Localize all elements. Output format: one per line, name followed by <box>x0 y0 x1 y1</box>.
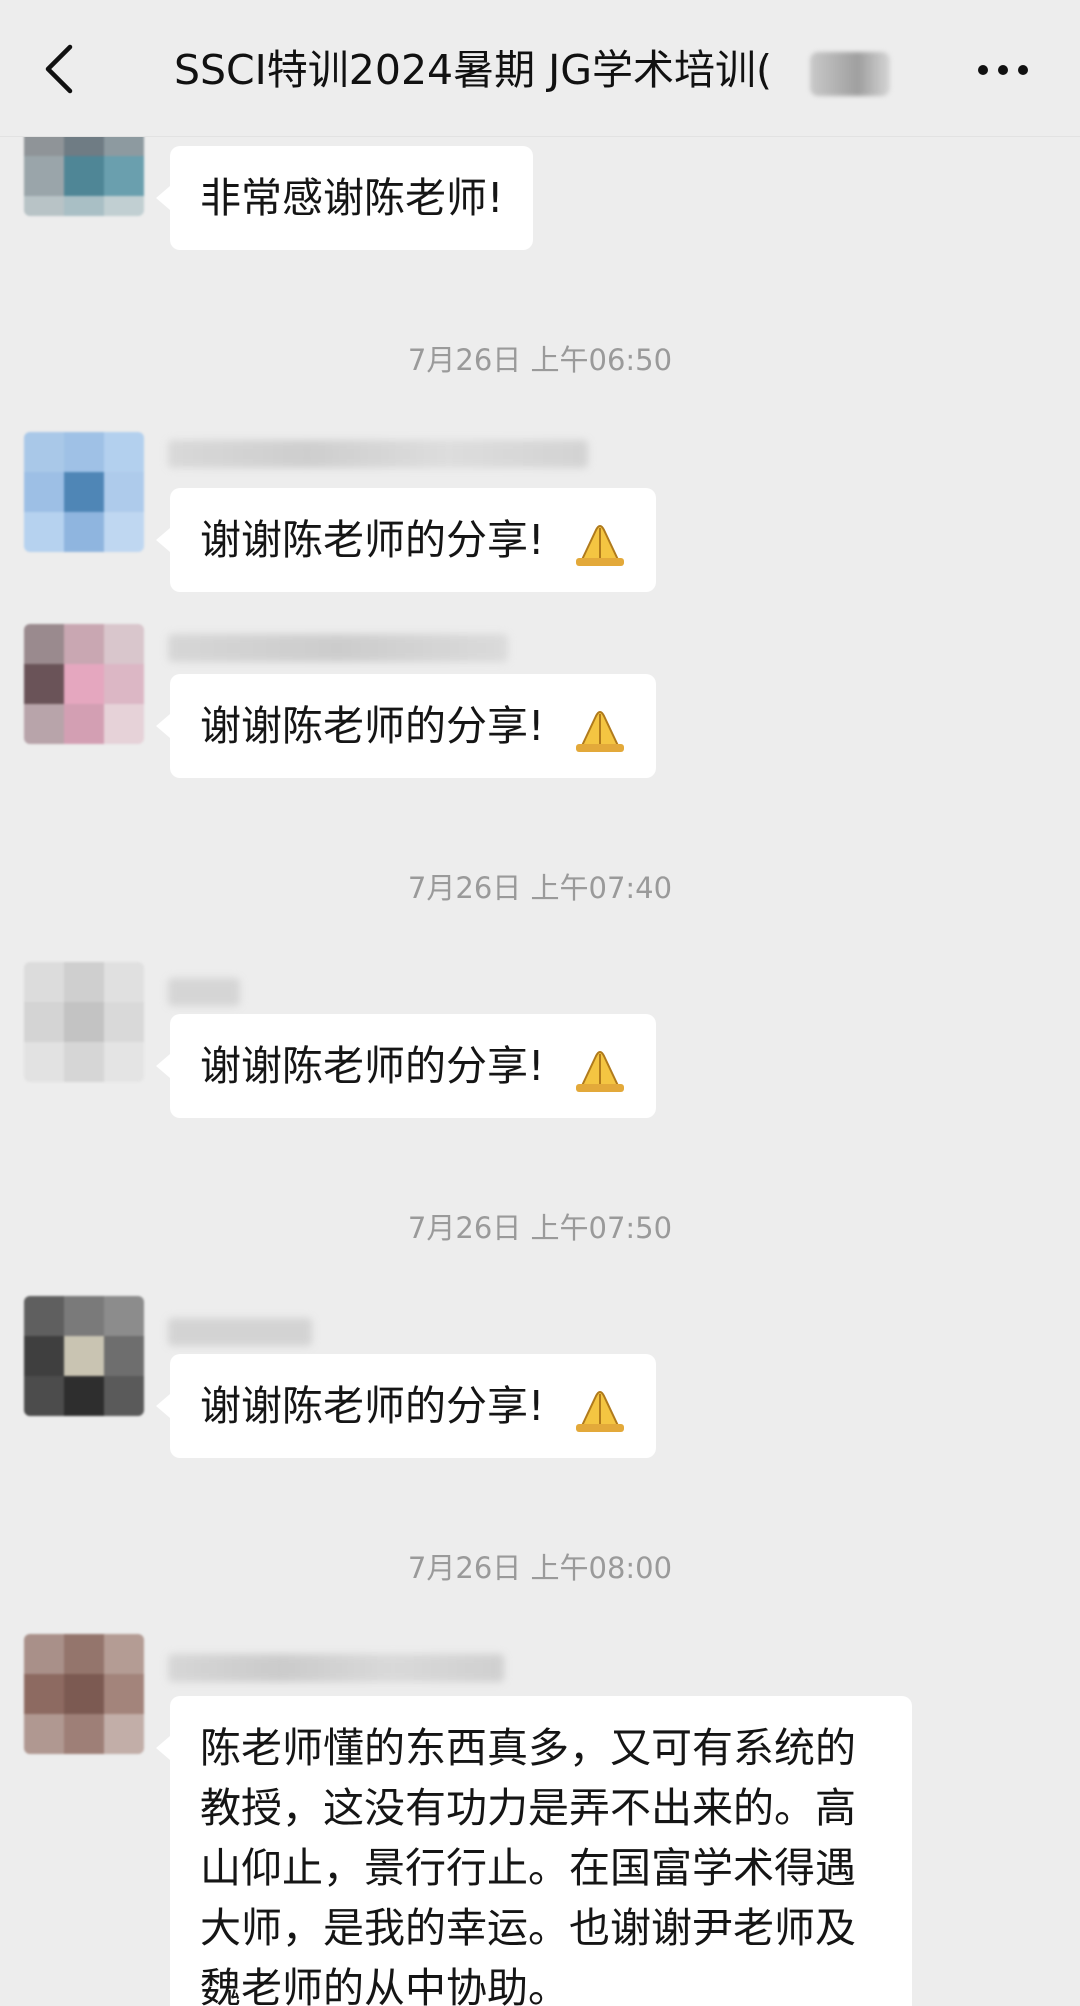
timestamp: 7月26日 上午07:50 <box>407 1211 673 1245</box>
sender-name-blurred <box>168 1654 504 1682</box>
folded-hands-icon <box>576 711 625 752</box>
message-bubble[interactable]: 陈老师懂的东西真多，又可有系统的教授，这没有功力是弄不出来的。高山仰止，景行行止… <box>156 1696 912 2006</box>
message-text: 非常感谢陈老师! <box>200 174 504 222</box>
timestamp: 7月26日 上午06:50 <box>407 343 673 377</box>
avatar[interactable] <box>24 624 144 744</box>
message-text: 谢谢陈老师的分享! <box>200 1382 545 1430</box>
avatar[interactable] <box>24 1634 144 1754</box>
message-bubble[interactable]: 谢谢陈老师的分享! <box>155 1014 657 1118</box>
message-text: 谢谢陈老师的分享! <box>200 516 545 564</box>
timestamp: 7月26日 上午07:40 <box>407 871 673 905</box>
chevron-left-icon <box>45 44 73 94</box>
message-bubble[interactable]: 谢谢陈老师的分享! <box>155 1354 657 1458</box>
message-text: 谢谢陈老师的分享! <box>200 702 545 750</box>
blurred-title-suffix <box>810 52 890 96</box>
more-options-button[interactable] <box>968 40 1038 100</box>
folded-hands-icon <box>576 1391 625 1432</box>
avatar[interactable] <box>24 1296 144 1416</box>
folded-hands-icon <box>576 525 625 566</box>
message-bubble[interactable]: 谢谢陈老师的分享! <box>155 674 657 778</box>
message-text: 谢谢陈老师的分享! <box>200 1042 545 1090</box>
message-bubble[interactable]: 非常感谢陈老师! <box>155 146 534 250</box>
folded-hands-icon <box>576 1051 625 1092</box>
timestamp: 7月26日 上午08:00 <box>407 1551 673 1585</box>
avatar[interactable] <box>24 432 144 552</box>
message-text: 陈老师懂的东西真多，又可有系统的教授，这没有功力是弄不出来的。高山仰止，景行行止… <box>200 1724 856 2006</box>
avatar[interactable] <box>24 962 144 1082</box>
chat-title: SSCI特训2024暑期 JG学术培训( <box>174 46 773 94</box>
sender-name-blurred <box>168 978 240 1006</box>
message-bubble[interactable]: 谢谢陈老师的分享! <box>155 488 657 592</box>
sender-name-blurred <box>168 634 508 662</box>
chat-screen: SSCI特训2024暑期 JG学术培训( 非常感谢陈老师! 7月26日 上午06… <box>0 0 1080 2006</box>
back-button[interactable] <box>30 34 90 104</box>
sender-name-blurred <box>168 1318 312 1346</box>
chat-header: SSCI特训2024暑期 JG学术培训( <box>0 0 1080 137</box>
ellipsis-icon <box>978 65 1028 75</box>
sender-name-blurred <box>168 440 588 468</box>
